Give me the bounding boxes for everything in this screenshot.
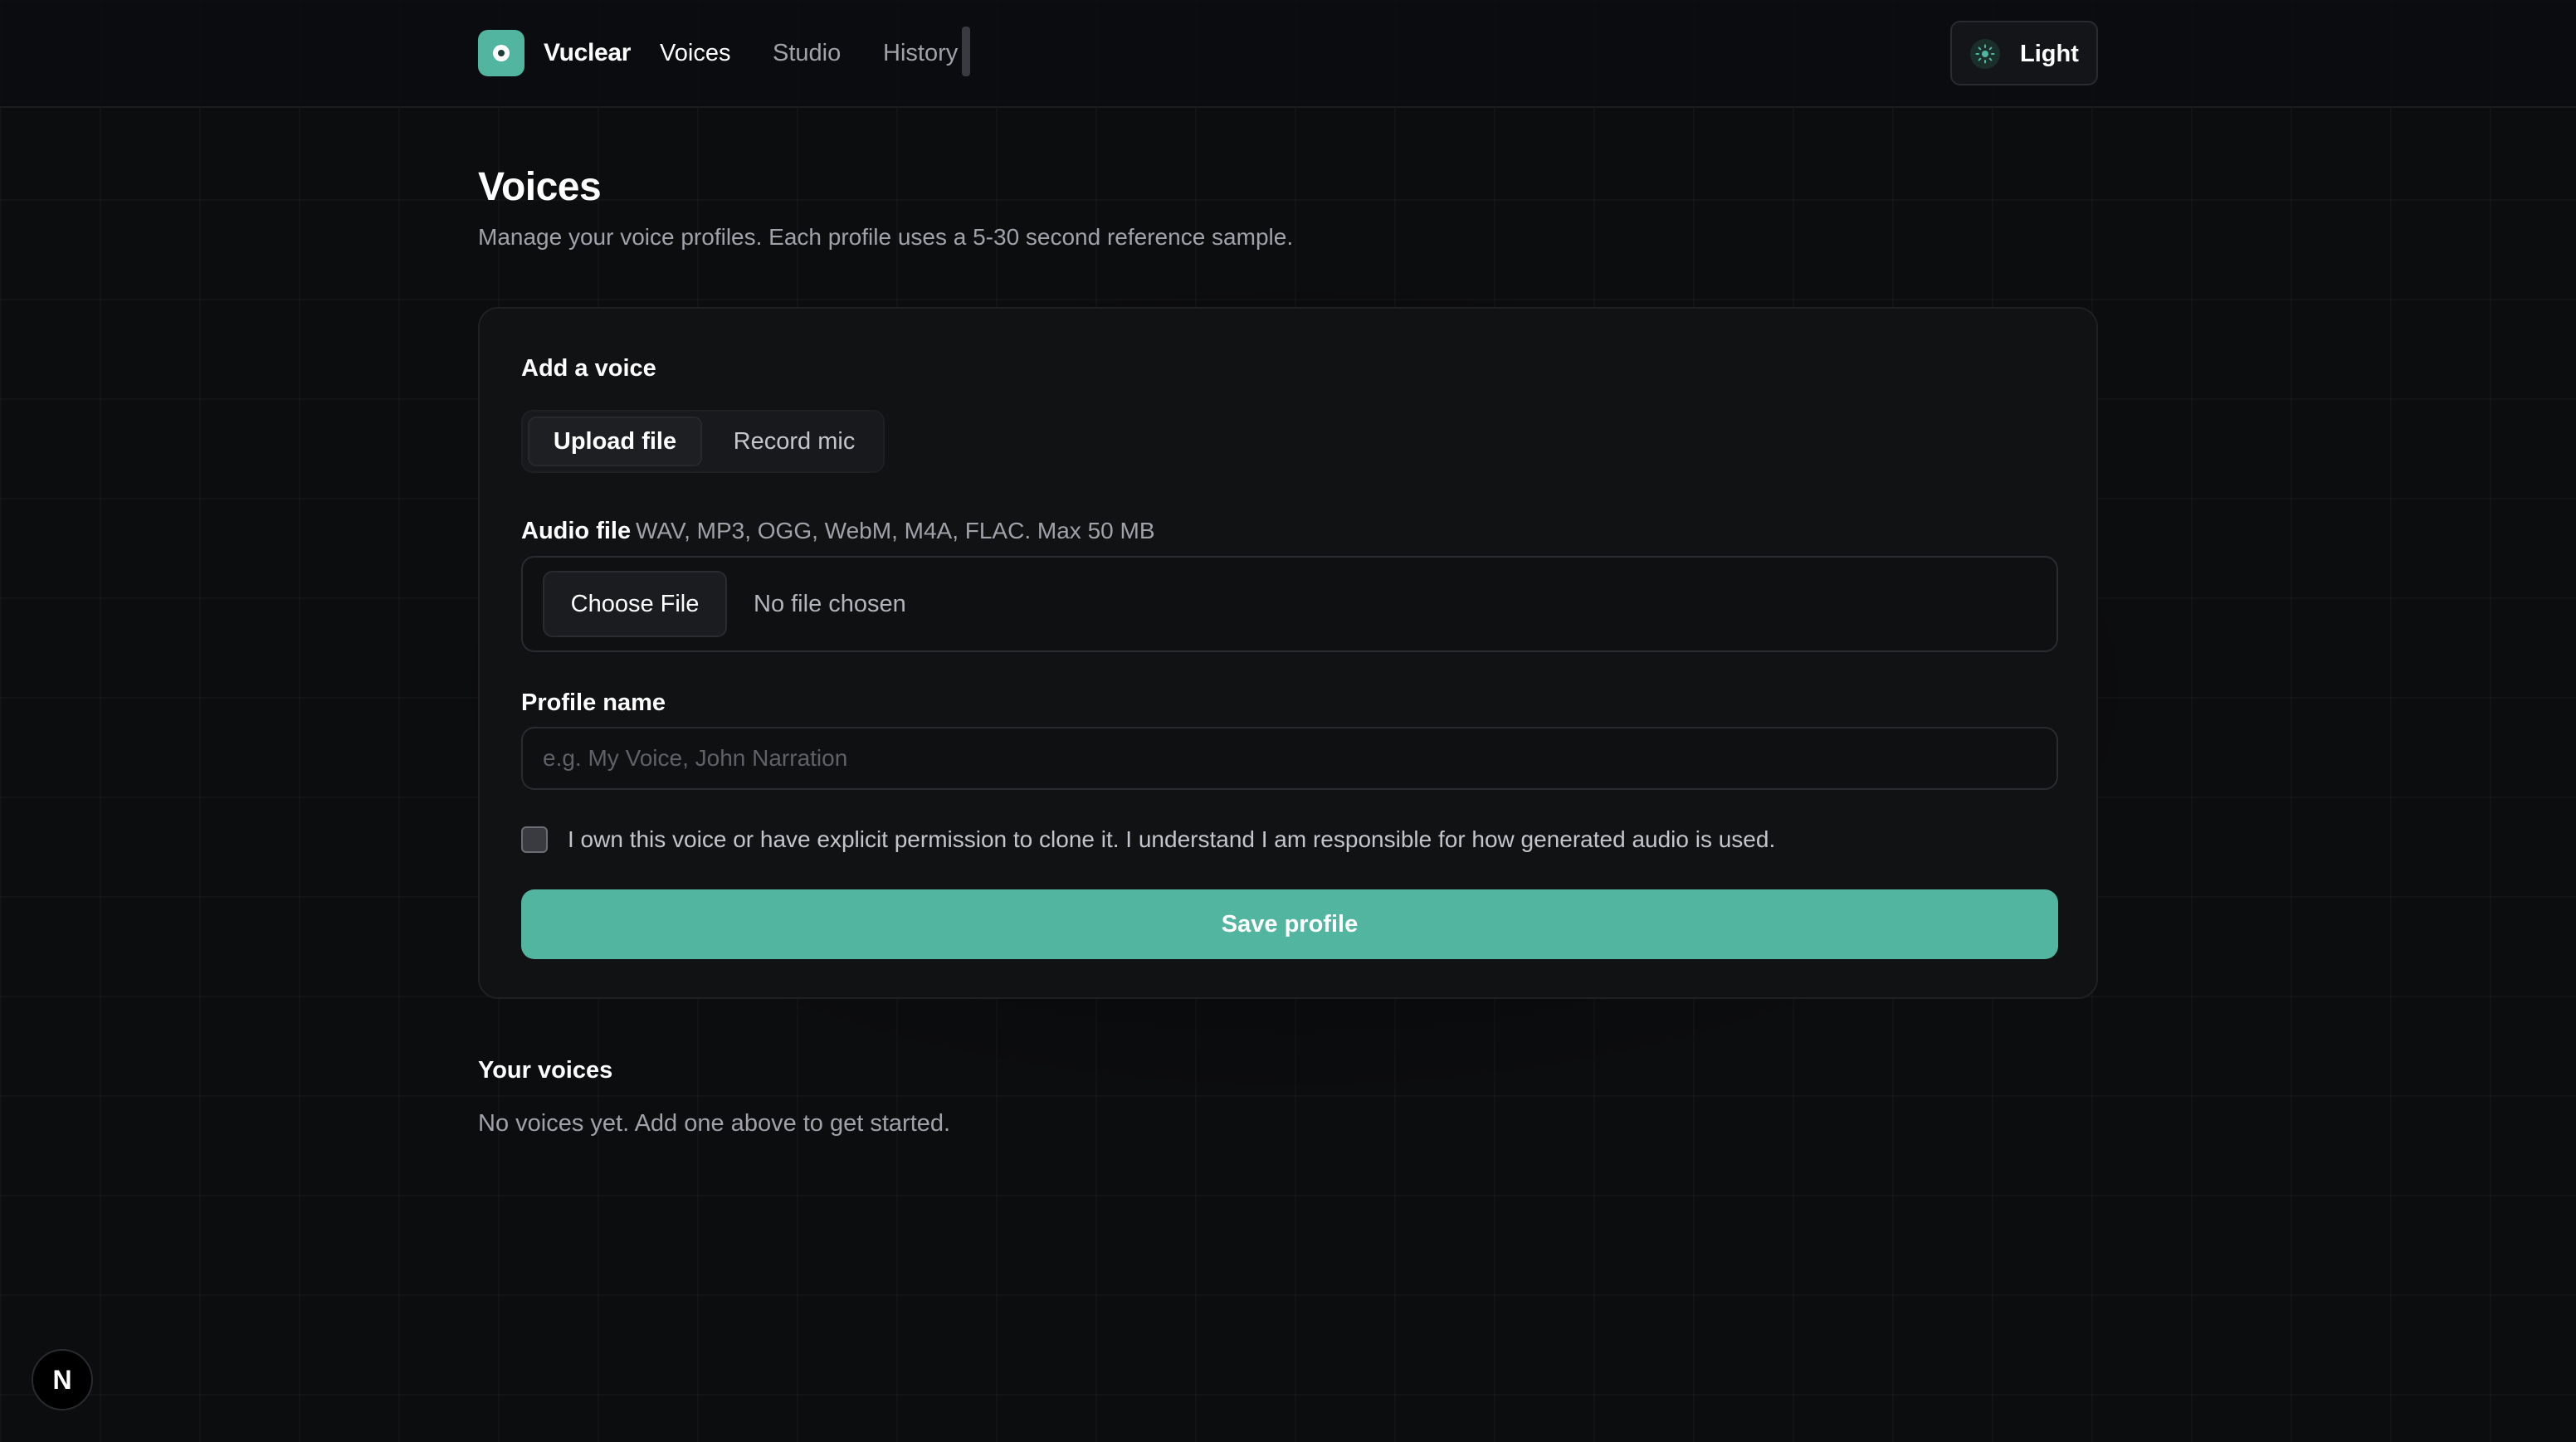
audio-file-hint: WAV, MP3, OGG, WebM, M4A, FLAC. Max 50 M…	[636, 518, 1155, 543]
dev-tools-badge[interactable]: N	[32, 1349, 93, 1410]
tab-record-mic[interactable]: Record mic	[707, 417, 881, 466]
your-voices-title: Your voices	[478, 1057, 613, 1084]
top-nav-bar: Vuclear Voices Studio History Light	[0, 0, 2576, 108]
brand-logo-icon[interactable]	[478, 30, 524, 76]
nav-voices[interactable]: Voices	[660, 37, 730, 70]
page-subtitle: Manage your voice profiles. Each profile…	[478, 224, 1294, 250]
audio-file-label: Audio file	[521, 518, 632, 544]
your-voices-empty-state: No voices yet. Add one above to get star…	[478, 1110, 951, 1137]
tab-upload-file[interactable]: Upload file	[528, 417, 702, 466]
voice-source-tabs: Upload file Record mic	[521, 410, 885, 473]
choose-file-button[interactable]: Choose File	[543, 571, 727, 637]
save-profile-button[interactable]: Save profile	[521, 889, 2058, 959]
add-voice-title: Add a voice	[521, 355, 656, 382]
nav-history[interactable]: History	[883, 37, 958, 70]
brand-name[interactable]: Vuclear	[544, 37, 631, 70]
file-status: No file chosen	[754, 591, 906, 617]
audio-file-input[interactable]: Choose File No file chosen	[521, 556, 2058, 652]
sun-icon	[1970, 39, 2000, 69]
page-title: Voices	[478, 165, 602, 209]
profile-name-input[interactable]	[521, 727, 2058, 790]
theme-toggle-label: Light	[2020, 41, 2079, 67]
consent-checkbox[interactable]	[521, 826, 548, 853]
dev-tools-badge-label: N	[52, 1365, 72, 1395]
nav-studio[interactable]: Studio	[773, 37, 841, 70]
nav-focus-indicator	[962, 27, 970, 76]
logo-dot	[498, 50, 505, 56]
theme-toggle-button[interactable]: Light	[1950, 21, 2098, 85]
profile-name-label: Profile name	[521, 689, 666, 716]
add-voice-card: Add a voice Upload file Record mic Audio…	[478, 307, 2098, 999]
consent-label: I own this voice or have explicit permis…	[568, 826, 1776, 852]
